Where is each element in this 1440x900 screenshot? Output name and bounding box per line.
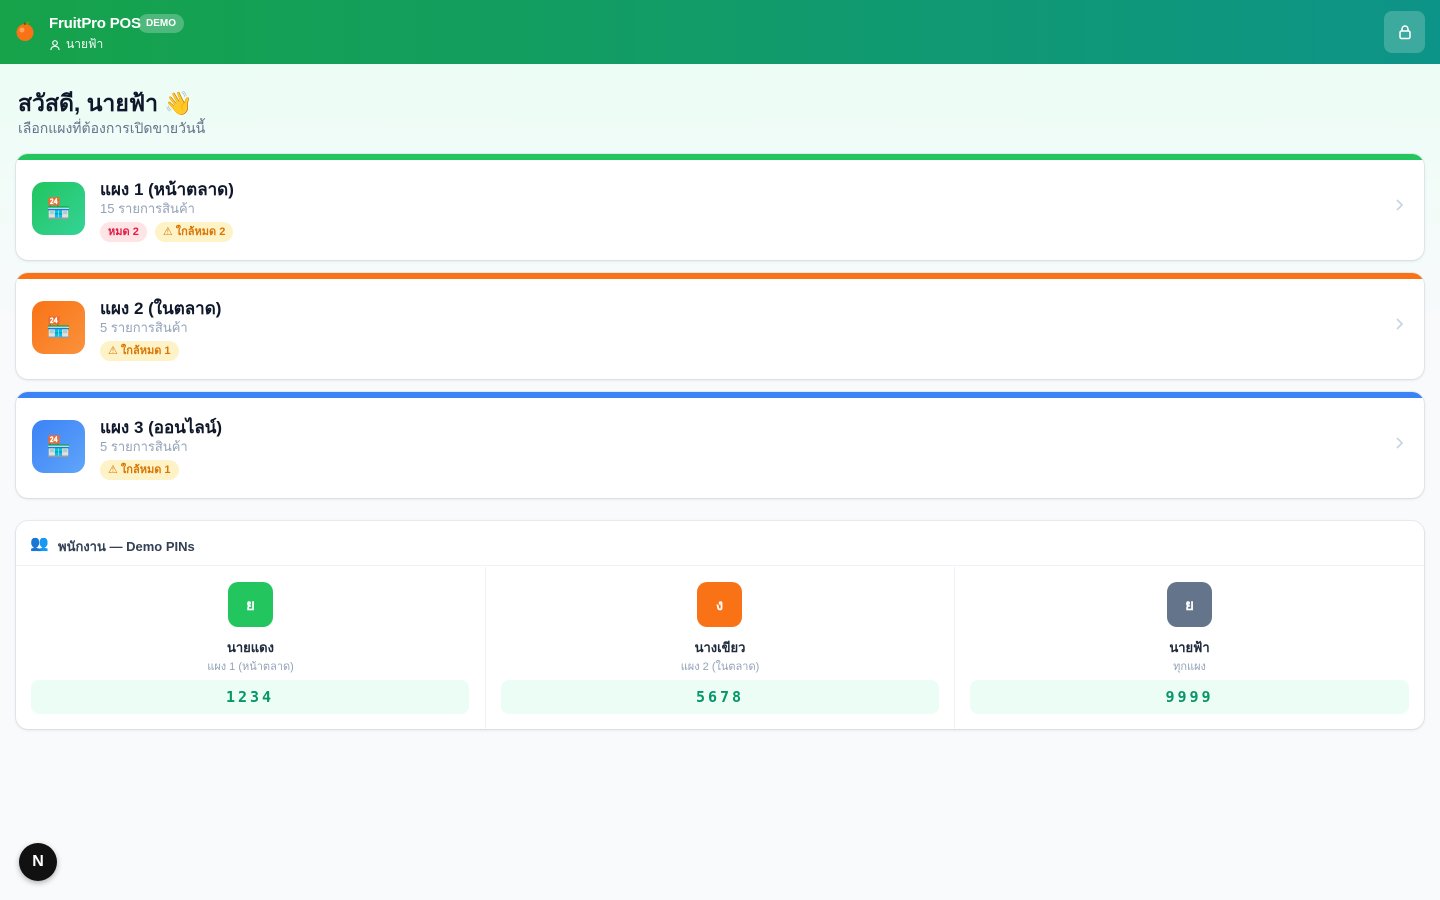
lock-icon	[1398, 25, 1411, 40]
chevron-right-icon	[1396, 437, 1404, 449]
low-stock-badge: ⚠ ใกล้หมด 2	[154, 222, 234, 242]
stall-color-bar	[16, 154, 1424, 160]
current-user: นายฟ้า	[49, 35, 103, 54]
current-user-name: นายฟ้า	[66, 37, 104, 51]
staff-member: ย นายแดง แผง 1 (หน้าตลาด) 1234	[16, 567, 485, 729]
stall-color-bar	[16, 392, 1424, 398]
pin-code[interactable]: 1234	[31, 680, 469, 714]
staff-pins-card: 👥 พนักงาน — Demo PINs ย นายแดง แผง 1 (หน…	[16, 521, 1424, 729]
stall-item-count: 5 รายการสินค้า	[100, 320, 188, 335]
orange-fruit-icon	[16, 21, 34, 41]
stall-card-2[interactable]: 🏪 แผง 2 (ในตลาด) 5 รายการสินค้า ⚠ ใกล้หม…	[16, 273, 1424, 379]
pin-code[interactable]: 9999	[970, 680, 1409, 714]
store-icon: 🏪	[32, 420, 85, 473]
avatar: ย	[1167, 582, 1212, 627]
store-icon: 🏪	[32, 301, 85, 354]
staff-role: แผง 2 (ในตลาด)	[680, 661, 760, 673]
chevron-right-icon	[1396, 199, 1404, 211]
pin-code[interactable]: 5678	[501, 680, 939, 714]
people-icon: 👥	[30, 535, 49, 552]
low-stock-badge: ⚠ ใกล้หมด 1	[100, 460, 179, 480]
store-icon: 🏪	[32, 182, 85, 235]
dev-tools-badge[interactable]: N	[19, 843, 57, 881]
avatar: ง	[697, 582, 742, 627]
user-icon	[50, 39, 60, 50]
staff-member: ย นายฟ้า ทุกแผง 9999	[954, 567, 1424, 729]
staff-role: ทุกแผง	[1173, 661, 1206, 673]
avatar: ย	[228, 582, 273, 627]
stall-color-bar	[16, 273, 1424, 279]
stall-card-1[interactable]: 🏪 แผง 1 (หน้าตลาด) 15 รายการสินค้า หมด 2…	[16, 154, 1424, 260]
greeting-title: สวัสดี, นายฟ้า 👋	[18, 90, 194, 116]
staff-card-header: 👥 พนักงาน — Demo PINs	[16, 521, 1424, 566]
staff-name: นายแดง	[227, 640, 274, 655]
low-stock-badge: ⚠ ใกล้หมด 1	[100, 341, 179, 361]
stall-item-count: 15 รายการสินค้า	[100, 201, 195, 216]
lock-button[interactable]	[1384, 11, 1425, 53]
chevron-right-icon	[1396, 318, 1404, 330]
stall-item-count: 5 รายการสินค้า	[100, 439, 188, 454]
top-bar: FruitPro POS DEMO นายฟ้า	[0, 0, 1440, 64]
demo-badge: DEMO	[138, 14, 184, 33]
greeting-subtitle: เลือกแผงที่ต้องการเปิดขายวันนี้	[18, 120, 206, 136]
staff-member: ง นางเขียว แผง 2 (ในตลาด) 5678	[485, 567, 954, 729]
staff-name: นายฟ้า	[1169, 640, 1210, 655]
staff-name: นางเขียว	[694, 640, 746, 655]
app-title: FruitPro POS	[49, 15, 141, 32]
staff-role: แผง 1 (หน้าตลาด)	[207, 661, 294, 673]
stall-card-3[interactable]: 🏪 แผง 3 (ออนไลน์) 5 รายการสินค้า ⚠ ใกล้ห…	[16, 392, 1424, 498]
out-of-stock-badge: หมด 2	[100, 222, 147, 242]
staff-card-title: พนักงาน — Demo PINs	[58, 539, 195, 554]
